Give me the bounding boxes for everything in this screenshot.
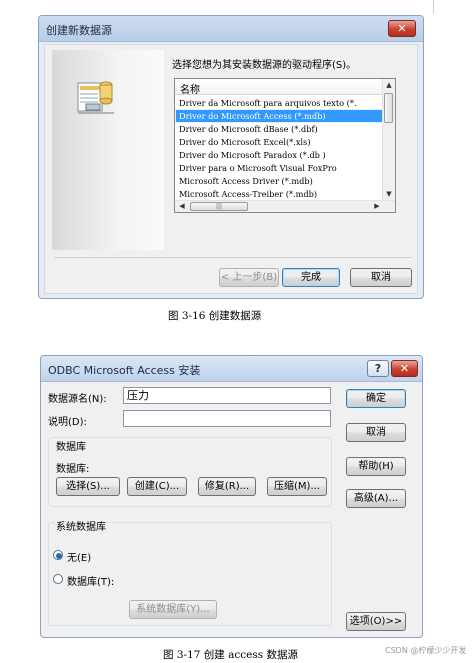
driver-row[interactable]: Driver do Microsoft dBase (*.dbf)	[176, 123, 382, 135]
finish-button[interactable]: 完成	[282, 268, 340, 287]
driver-row[interactable]: Driver para o Microsoft Visual FoxPro	[176, 162, 382, 174]
figure-caption-3-16: 图 3-16 创建数据源	[168, 310, 262, 322]
horizontal-scroll-thumb[interactable]: |||	[190, 202, 248, 211]
database-group-title: 数据库	[54, 438, 88, 453]
page-rule	[433, 0, 434, 14]
description-label: 说明(D):	[48, 417, 87, 428]
dialog2-cancel-button[interactable]: 取消	[346, 423, 406, 442]
back-button[interactable]: < 上一步(B)	[219, 268, 279, 287]
system-database-group-title: 系统数据库	[54, 518, 108, 533]
driver-row[interactable]: Microsoft Access-Treiber (*.mdb)	[176, 188, 382, 200]
watermark: CSDN @柠檬少少开发	[385, 646, 467, 655]
scroll-left-icon[interactable]: ◀	[176, 201, 188, 211]
dialog2-title: ODBC Microsoft Access 安装	[48, 364, 201, 377]
database-radio-label[interactable]: 数据库(T):	[67, 573, 114, 588]
driver-row-selected[interactable]: Driver do Microsoft Access (*.mdb)	[175, 109, 383, 123]
compact-button[interactable]: 压缩(M)...	[267, 477, 327, 496]
figure-caption-3-17: 图 3-17 创建 access 数据源	[163, 649, 298, 661]
advanced-button[interactable]: 高级(A)...	[346, 489, 406, 508]
scroll-up-icon[interactable]: ▲	[383, 80, 395, 90]
close-icon: ✕	[397, 22, 407, 35]
driver-icon	[77, 81, 114, 114]
none-radio-label[interactable]: 无(E)	[67, 549, 91, 564]
column-name-label: 名称	[180, 85, 200, 96]
vertical-scroll-thumb[interactable]	[384, 93, 393, 123]
help-icon: ?	[374, 362, 382, 375]
cancel-button[interactable]: 取消	[350, 268, 412, 287]
dialog1-divider	[54, 257, 412, 258]
close-icon: ✕	[399, 362, 410, 375]
scroll-right-icon[interactable]: ▶	[371, 201, 383, 211]
driver-row[interactable]: Microsoft Access Driver (*.mdb)	[176, 175, 382, 187]
driver-row[interactable]: Driver da Microsoft para arquivos texto …	[176, 97, 382, 109]
help-button[interactable]: 帮助(H)	[346, 457, 406, 476]
database-path-label: 数据库:	[56, 464, 90, 475]
system-database-button[interactable]: 系统数据库(Y)...	[129, 600, 217, 619]
select-button[interactable]: 选择(S)...	[56, 477, 120, 496]
create-button[interactable]: 创建(C)...	[127, 477, 187, 496]
none-radio[interactable]	[53, 550, 63, 560]
list-column-header[interactable]	[175, 79, 382, 95]
repair-button[interactable]: 修复(R)...	[198, 477, 256, 496]
dialog2-close-button[interactable]: ✕	[391, 360, 418, 377]
database-group	[48, 437, 332, 507]
options-button[interactable]: 选项(O)>>	[346, 612, 406, 631]
dsn-label: 数据源名(N):	[48, 394, 107, 405]
scroll-down-icon[interactable]: ▼	[383, 189, 395, 199]
driver-row[interactable]: Driver do Microsoft Excel(*.xls)	[176, 136, 382, 148]
driver-row[interactable]: Driver do Microsoft Paradox (*.db )	[176, 149, 382, 161]
dialog1-title: 创建新数据源	[46, 24, 112, 37]
dsn-input[interactable]: 压力	[123, 387, 331, 404]
dialog2-help-button[interactable]: ?	[367, 360, 389, 377]
ok-button[interactable]: 确定	[346, 389, 406, 408]
description-input[interactable]	[123, 410, 331, 427]
database-radio[interactable]	[53, 574, 63, 584]
dialog1-close-button[interactable]: ✕	[388, 20, 416, 37]
driver-prompt: 选择您想为其安装数据源的驱动程序(S)。	[172, 60, 357, 71]
